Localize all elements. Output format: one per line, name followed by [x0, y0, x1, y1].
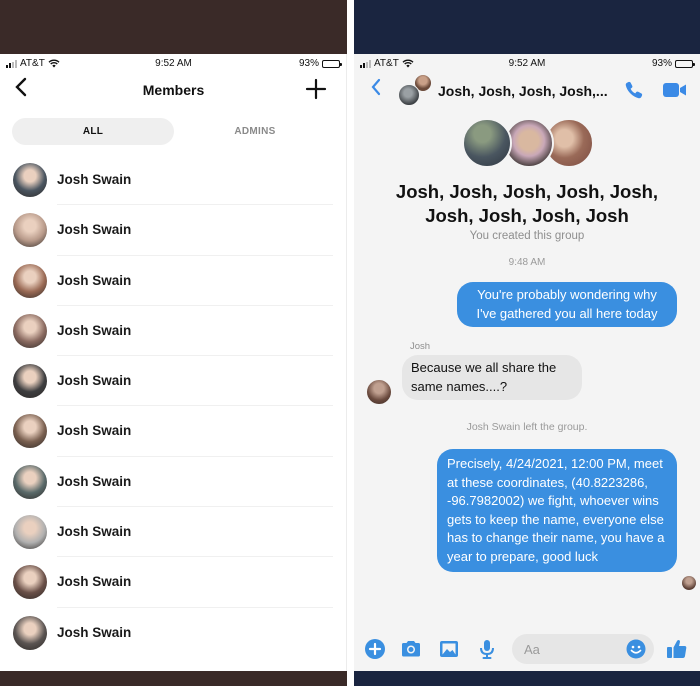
like-button[interactable] [666, 638, 688, 660]
message-bubble-outgoing[interactable]: Precisely, 4/24/2021, 12:00 PM, meet at … [437, 449, 677, 572]
clock: 9:52 AM [508, 58, 546, 69]
image-icon [440, 641, 458, 657]
message-bubble-incoming[interactable]: Because we all share the same names....? [402, 355, 582, 400]
member-name: Josh Swain [57, 272, 132, 288]
add-member-button[interactable] [305, 74, 327, 106]
members-filter-tabs: ALL ADMINS [12, 118, 336, 145]
message-input-placeholder: Aa [524, 642, 540, 657]
voice-button[interactable] [476, 638, 498, 660]
member-name: Josh Swain [57, 222, 132, 238]
group-name: Josh, Josh, Josh, Josh, Josh, Josh, Josh… [395, 181, 659, 226]
member-name: Josh Swain [57, 473, 132, 489]
video-call-button[interactable] [663, 82, 687, 98]
avatar[interactable] [367, 380, 391, 404]
system-message: Josh Swain left the group. [466, 421, 588, 433]
member-row[interactable]: Josh Swain [0, 507, 347, 558]
member-name: Josh Swain [57, 624, 132, 640]
more-actions-button[interactable] [364, 638, 386, 660]
top-band [354, 0, 700, 54]
member-row[interactable]: Josh Swain [0, 406, 347, 457]
top-band [0, 0, 347, 54]
gallery-button[interactable] [438, 638, 460, 660]
emoji-icon [626, 639, 646, 659]
member-name: Josh Swain [57, 172, 132, 187]
battery-icon [675, 59, 695, 68]
member-name: Josh Swain [57, 322, 132, 338]
plus-icon [305, 78, 327, 100]
avatar [13, 163, 47, 197]
tab-all[interactable]: ALL [12, 118, 174, 145]
phone-icon [625, 81, 643, 99]
avatar [13, 414, 47, 449]
members-screen: AT&T 9:52 AM 93% Members ALL ADMINS Josh… [0, 0, 347, 686]
camera-button[interactable] [400, 638, 422, 660]
group-avatar[interactable] [398, 74, 432, 106]
avatar [13, 213, 47, 248]
page-title: Members [142, 82, 205, 98]
message-composer: Aa [354, 632, 700, 666]
avatar [398, 84, 420, 106]
battery-percent: 93% [651, 58, 672, 69]
member-row[interactable]: Josh Swain [0, 205, 347, 256]
video-camera-icon [663, 83, 686, 97]
message-bubble-outgoing[interactable]: You're probably wondering why I've gathe… [457, 282, 677, 327]
member-row[interactable]: Josh Swain [0, 608, 347, 658]
read-receipt-avatar [682, 576, 696, 590]
chat-header: Josh, Josh, Josh, Josh,... [354, 74, 700, 110]
clock: 9:52 AM [155, 58, 192, 69]
battery-group: 93% [298, 58, 342, 69]
avatar [13, 263, 47, 298]
chevron-left-icon [371, 78, 381, 96]
avatar [13, 615, 47, 650]
screenshot-composite: AT&T 9:52 AM 93% Members ALL ADMINS Josh… [0, 0, 700, 686]
microphone-icon [480, 640, 494, 659]
members-nav: Members [0, 74, 347, 108]
created-notice: You created this group [469, 230, 585, 242]
member-row[interactable]: Josh Swain [0, 306, 347, 357]
message-timestamp: 9:48 AM [508, 257, 546, 268]
battery-group: 93% [651, 58, 695, 69]
group-avatars [462, 118, 594, 170]
member-name: Josh Swain [57, 373, 132, 389]
avatar [462, 118, 512, 168]
message-input[interactable]: Aa [512, 634, 654, 664]
member-row[interactable]: Josh Swain [0, 557, 347, 608]
avatar [13, 364, 47, 399]
avatar [13, 515, 47, 550]
camera-icon [402, 641, 420, 657]
back-button[interactable] [370, 77, 382, 102]
member-name: Josh Swain [57, 423, 132, 439]
sender-name: Josh [410, 341, 431, 352]
status-bar: AT&T 9:52 AM 93% [0, 54, 347, 74]
member-row[interactable]: Josh Swain [0, 155, 347, 206]
member-name: Josh Swain [57, 574, 132, 590]
avatar [13, 464, 47, 499]
tab-admins[interactable]: ADMINS [174, 118, 336, 145]
battery-icon [322, 59, 342, 68]
thumbs-up-icon [667, 640, 687, 658]
avatar [13, 313, 47, 348]
plus-circle-icon [365, 639, 385, 659]
member-row[interactable]: Josh Swain [0, 356, 347, 407]
bottom-band [0, 671, 347, 686]
conversation-title[interactable]: Josh, Josh, Josh, Josh,... [438, 83, 608, 99]
member-row[interactable]: Josh Swain [0, 256, 347, 306]
avatar [13, 565, 47, 600]
status-bar: AT&T 9:52 AM 93% [354, 54, 700, 74]
chat-screen: AT&T 9:52 AM 93% Josh, Josh, Josh, Josh,… [354, 0, 700, 686]
bottom-band [354, 671, 700, 686]
member-name: Josh Swain [57, 524, 132, 540]
member-row[interactable]: Josh Swain [0, 457, 347, 508]
members-list: Josh Swain Josh Swain Josh Swain Josh Swain… [0, 155, 347, 658]
battery-percent: 93% [298, 58, 319, 69]
emoji-button[interactable] [626, 639, 646, 659]
call-button[interactable] [624, 80, 644, 100]
